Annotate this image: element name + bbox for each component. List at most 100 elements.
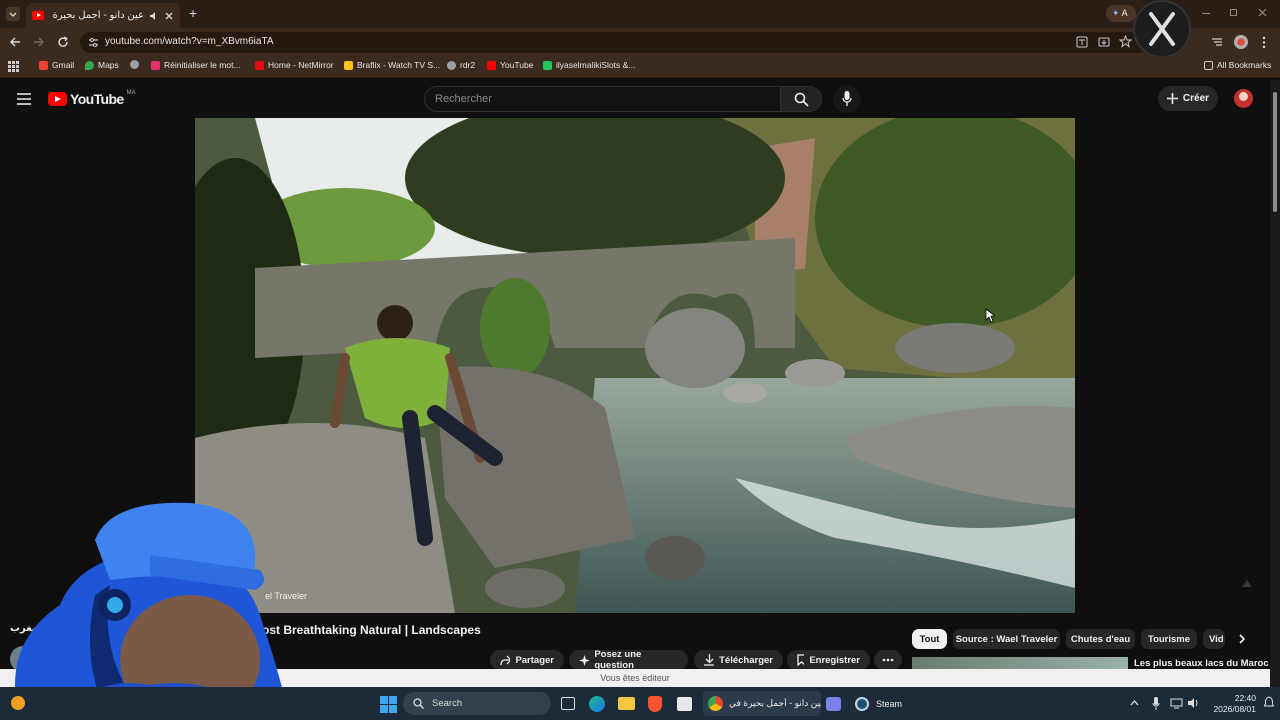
create-button[interactable]: Créer xyxy=(1158,86,1218,111)
clock[interactable]: 22:40 2026/08/01 xyxy=(1206,693,1256,715)
task-view-icon[interactable] xyxy=(561,697,575,710)
x-overlay-logo xyxy=(1133,0,1191,58)
voice-search-button[interactable] xyxy=(833,85,861,113)
chevron-right-icon[interactable] xyxy=(1237,633,1247,645)
microphone-icon[interactable] xyxy=(1152,697,1160,710)
globe-icon xyxy=(447,60,456,70)
file-explorer-icon[interactable] xyxy=(618,697,635,710)
forward-arrow-icon[interactable] xyxy=(33,36,45,48)
omnibox[interactable]: youtube.com/watch?v=m_XBvm6iaTA xyxy=(80,32,1148,53)
instagram-icon xyxy=(151,60,160,70)
recommended-title[interactable]: Les plus beaux lacs du Maroc xyxy=(1134,658,1269,669)
bookmark-instagram[interactable]: Réinitialiser le mot... xyxy=(151,60,241,70)
all-bookmarks[interactable]: All Bookmarks xyxy=(1204,60,1271,70)
bookmark-icon xyxy=(797,654,805,666)
gmail-icon xyxy=(39,60,48,70)
teams-icon[interactable] xyxy=(826,697,841,711)
windows-start-icon[interactable] xyxy=(380,696,397,713)
chevron-up-icon[interactable] xyxy=(1130,699,1139,706)
more-horizontal-icon xyxy=(882,658,894,662)
taskbar-app-steam[interactable]: Steam xyxy=(850,691,910,716)
chip-partial[interactable]: Vid xyxy=(1203,629,1225,649)
account-avatar[interactable] xyxy=(1234,89,1253,108)
site-info-icon[interactable] xyxy=(88,37,99,48)
store-icon[interactable] xyxy=(677,697,692,711)
download-button[interactable]: Télécharger xyxy=(694,650,783,670)
search-icon xyxy=(794,92,809,107)
youtube-logo-text: YouTube xyxy=(70,91,124,107)
kebab-menu-icon[interactable] xyxy=(1261,36,1267,49)
brave-icon[interactable] xyxy=(648,696,662,712)
region-code: MA xyxy=(126,90,136,96)
taskbar-search-label: Search xyxy=(432,698,463,709)
chrome-icon xyxy=(708,696,723,711)
bookmark-slots[interactable]: ilyaselmalikiSlots &... xyxy=(543,60,635,70)
mouse-cursor-icon xyxy=(985,308,995,323)
bookmark-rdr2[interactable]: rdr2 xyxy=(447,60,475,70)
reload-icon[interactable] xyxy=(57,36,69,48)
volume-icon[interactable] xyxy=(1187,697,1200,709)
active-tab[interactable]: عين دانو - أجمل بحيرة في ش... xyxy=(26,3,180,28)
create-label: Créer xyxy=(1182,93,1210,104)
share-button[interactable]: Partager xyxy=(490,650,564,670)
microphone-icon xyxy=(842,91,852,106)
video-player[interactable]: el Traveler xyxy=(195,118,1075,613)
search-input[interactable]: Rechercher xyxy=(424,86,781,112)
video-frame xyxy=(195,118,1075,613)
ask-question-button[interactable]: Posez une question xyxy=(569,649,688,671)
taskbar-search-box[interactable]: Search xyxy=(403,692,551,715)
browser-tab-bar: عين دانو - أجمل بحيرة في ش... + ✦ A xyxy=(0,0,1280,28)
more-actions-button[interactable] xyxy=(874,650,902,670)
apps-grid-icon[interactable] xyxy=(8,61,19,72)
bookmark-star-icon[interactable] xyxy=(1119,35,1132,48)
steam-icon xyxy=(855,696,869,711)
save-button[interactable]: Enregistrer xyxy=(787,650,870,670)
install-app-icon[interactable] xyxy=(1098,36,1110,48)
chip-all[interactable]: Tout xyxy=(912,629,947,649)
folder-icon xyxy=(1204,60,1213,70)
netmirror-icon xyxy=(255,60,264,70)
youtube-logo[interactable]: YouTube MA xyxy=(48,90,136,107)
edge-icon[interactable] xyxy=(589,696,605,712)
chip-source[interactable]: Source : Wael Traveler xyxy=(953,629,1060,649)
recommended-thumbnail[interactable] xyxy=(912,657,1128,669)
close-window-icon[interactable] xyxy=(1258,8,1268,18)
tab-groups-icon[interactable] xyxy=(1211,36,1223,48)
new-tab-button[interactable]: + xyxy=(189,5,197,21)
kick-icon xyxy=(543,60,552,70)
minimize-icon[interactable] xyxy=(1202,13,1210,14)
bookmark-gmail[interactable]: Gmail xyxy=(39,60,74,70)
maximize-icon[interactable] xyxy=(1230,9,1237,16)
profile-avatar[interactable] xyxy=(1234,35,1248,49)
youtube-header: YouTube MA Rechercher Créer xyxy=(0,80,1270,118)
taskbar-chrome-label: عين دانو - أجمل بحيرة في xyxy=(729,698,821,708)
chip-waterfalls[interactable]: Chutes d'eau xyxy=(1066,629,1135,649)
search-icon xyxy=(413,698,424,709)
search-placeholder: Rechercher xyxy=(435,93,492,105)
ai-pill[interactable]: ✦ A xyxy=(1106,5,1136,22)
bookmark-maps[interactable]: Maps xyxy=(85,60,119,70)
bookmark-netmirror[interactable]: Home - NetMirror xyxy=(255,60,334,70)
back-arrow-icon[interactable] xyxy=(9,36,21,48)
bookmark-youtube[interactable]: YouTube xyxy=(487,60,533,70)
taskbar-app-chrome[interactable]: عين دانو - أجمل بحيرة في xyxy=(703,691,821,716)
bookmark-unnamed[interactable] xyxy=(130,60,139,69)
page-scrollbar[interactable] xyxy=(1270,80,1280,687)
speaker-icon[interactable] xyxy=(149,11,159,21)
hamburger-menu-icon[interactable] xyxy=(17,93,31,105)
translate-icon[interactable] xyxy=(1076,36,1088,48)
search-button[interactable] xyxy=(781,86,822,112)
scrollbar-thumb[interactable] xyxy=(1273,92,1277,212)
address-toolbar: youtube.com/watch?v=m_XBvm6iaTA xyxy=(0,0,1280,58)
tab-search-button[interactable] xyxy=(6,7,20,21)
chip-tourism[interactable]: Tourisme xyxy=(1141,629,1197,649)
weather-widget[interactable] xyxy=(11,696,25,710)
network-icon[interactable] xyxy=(1170,697,1183,709)
clock-date: 2026/08/01 xyxy=(1213,704,1256,714)
close-tab-icon[interactable] xyxy=(164,11,174,21)
download-icon xyxy=(704,654,715,666)
notification-bell-icon[interactable] xyxy=(1264,696,1274,710)
ask-question-label: Posez une question xyxy=(594,649,642,671)
bookmark-braflix[interactable]: Braflix - Watch TV S... xyxy=(344,60,440,70)
clock-time: 22:40 xyxy=(1234,693,1256,703)
